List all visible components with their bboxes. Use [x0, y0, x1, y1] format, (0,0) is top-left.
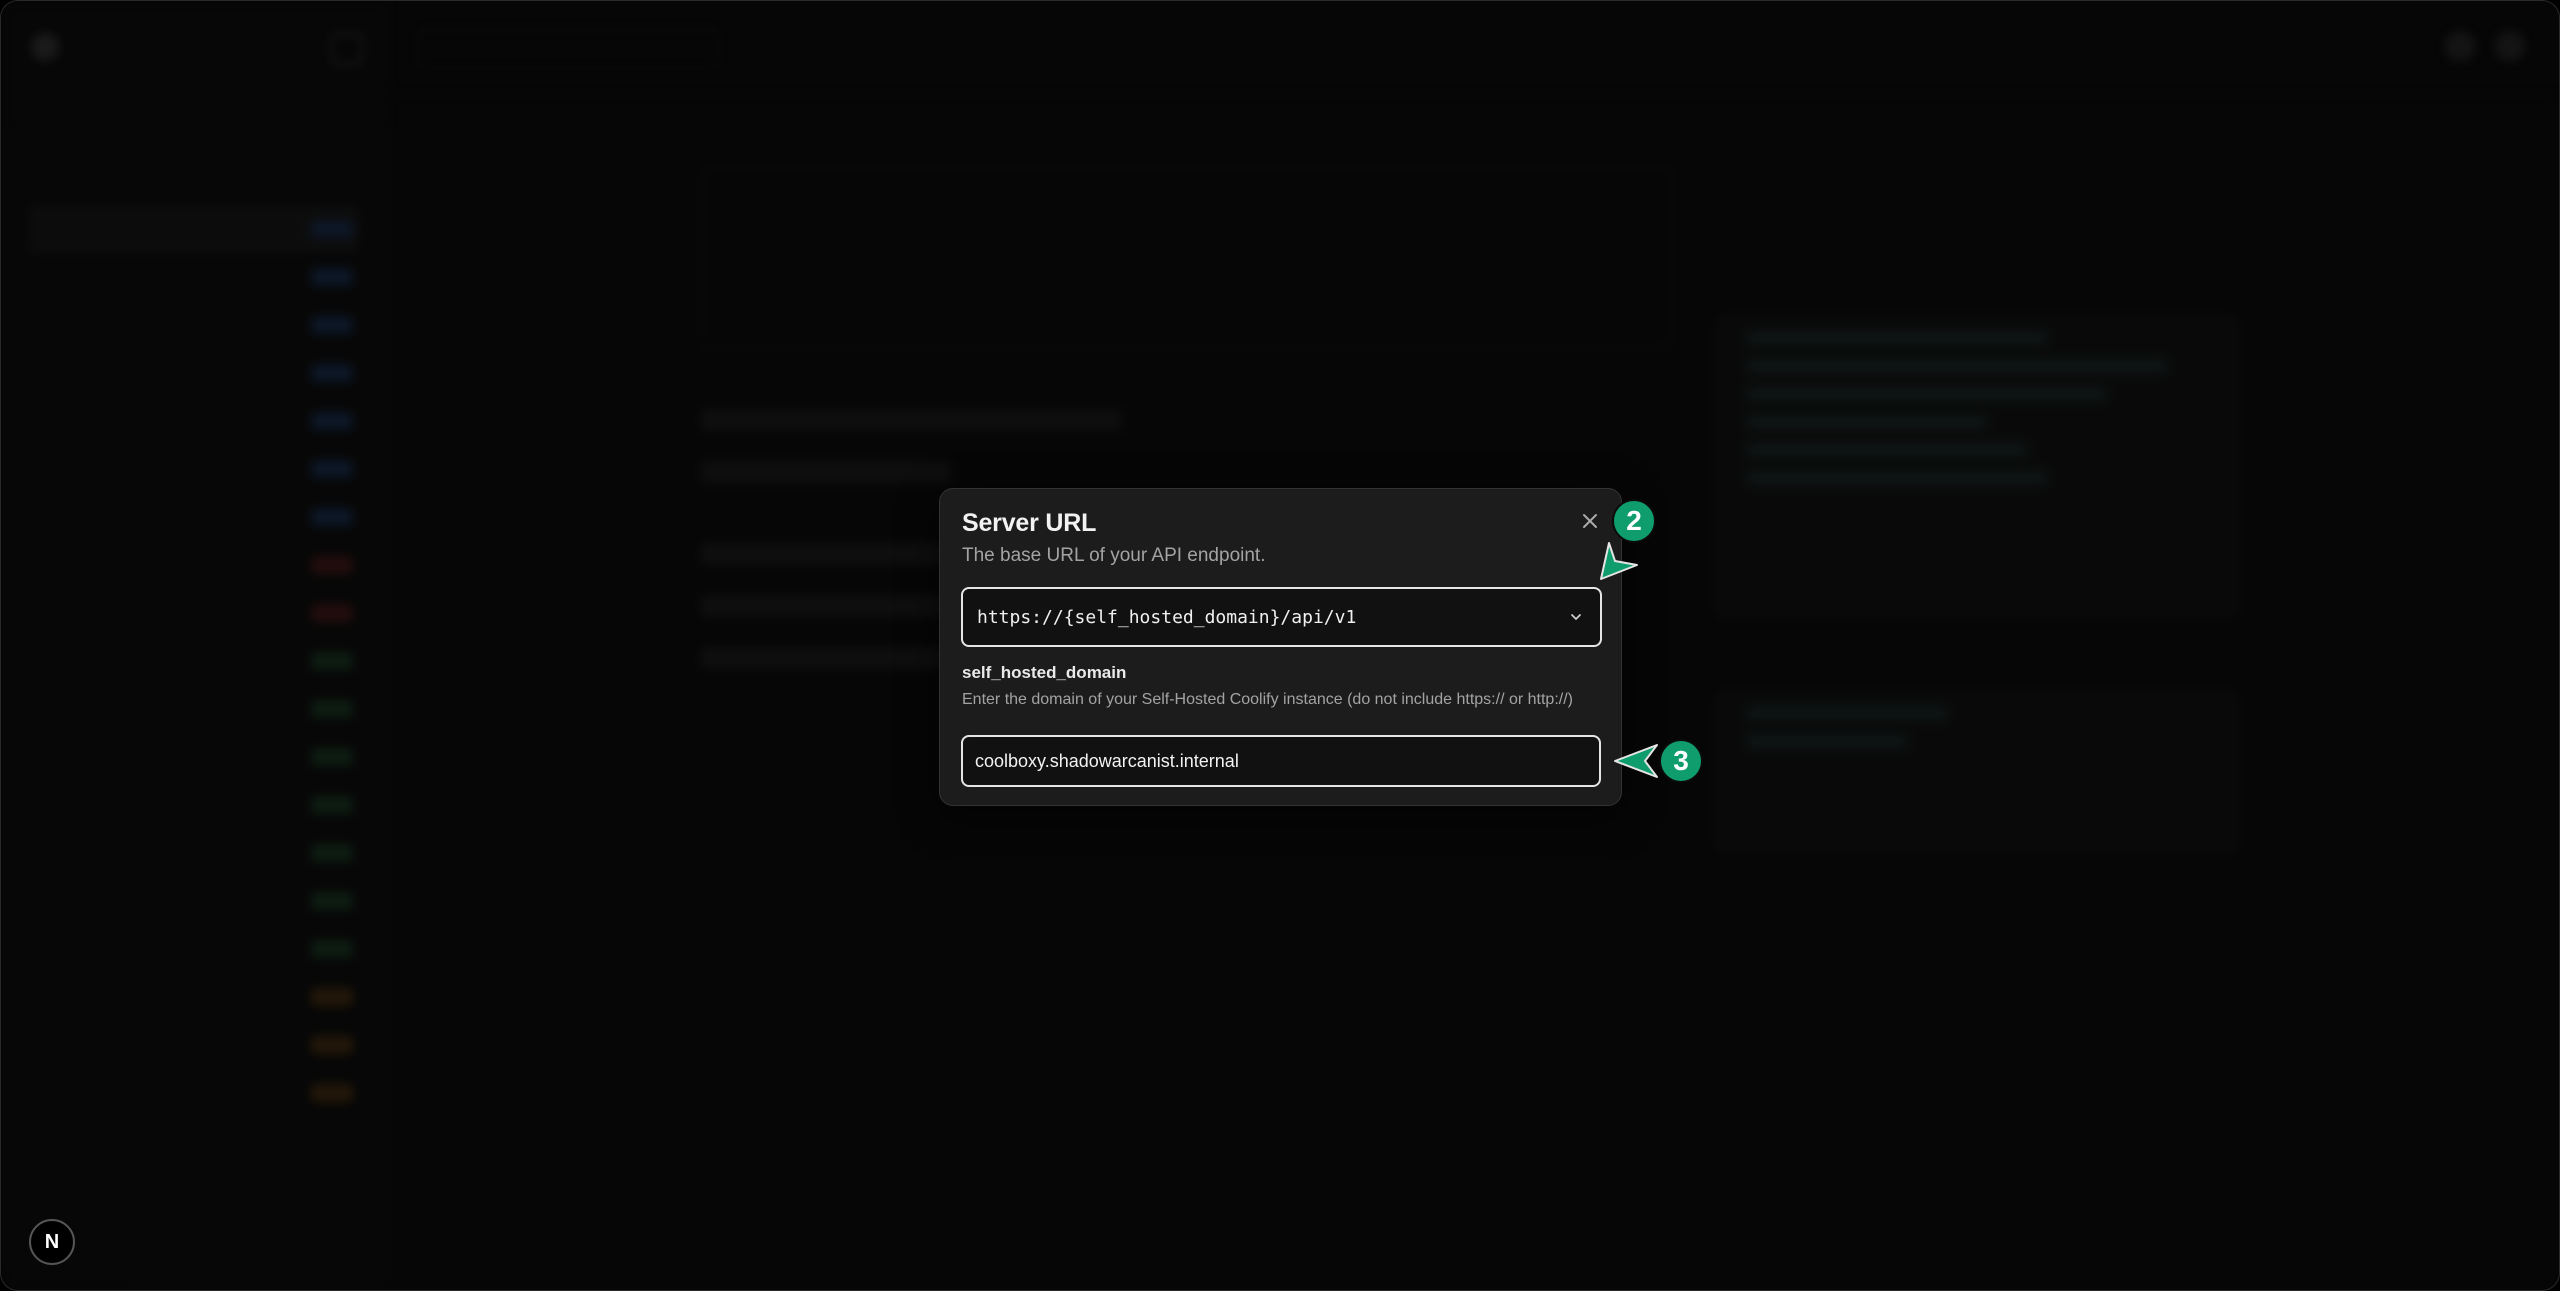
- step-3-pointer-icon: [1614, 744, 1658, 778]
- variable-description: Enter the domain of your Self-Hosted Coo…: [962, 691, 1573, 708]
- dialog-title: Server URL: [962, 509, 1097, 537]
- server-url-select[interactable]: https://{self_hosted_domain}/api/v1: [961, 587, 1602, 647]
- close-icon-glyph: [1583, 514, 1597, 528]
- self-hosted-domain-input[interactable]: [961, 735, 1601, 787]
- server-url-dialog: Server URL The base URL of your API endp…: [939, 488, 1622, 806]
- step-2-pointer-icon: [1600, 542, 1638, 580]
- chevron-down-icon: [1566, 607, 1586, 627]
- server-url-value: https://{self_hosted_domain}/api/v1: [977, 606, 1357, 628]
- variable-label: self_hosted_domain: [962, 663, 1127, 682]
- close-icon[interactable]: [1576, 509, 1604, 537]
- step-2-badge: 2: [1612, 499, 1656, 543]
- step-3-badge: 3: [1659, 739, 1703, 783]
- app-frame: Server URL The base URL of your API endp…: [0, 0, 2560, 1291]
- dialog-subtitle: The base URL of your API endpoint.: [962, 545, 1266, 566]
- framework-badge[interactable]: N: [29, 1219, 75, 1265]
